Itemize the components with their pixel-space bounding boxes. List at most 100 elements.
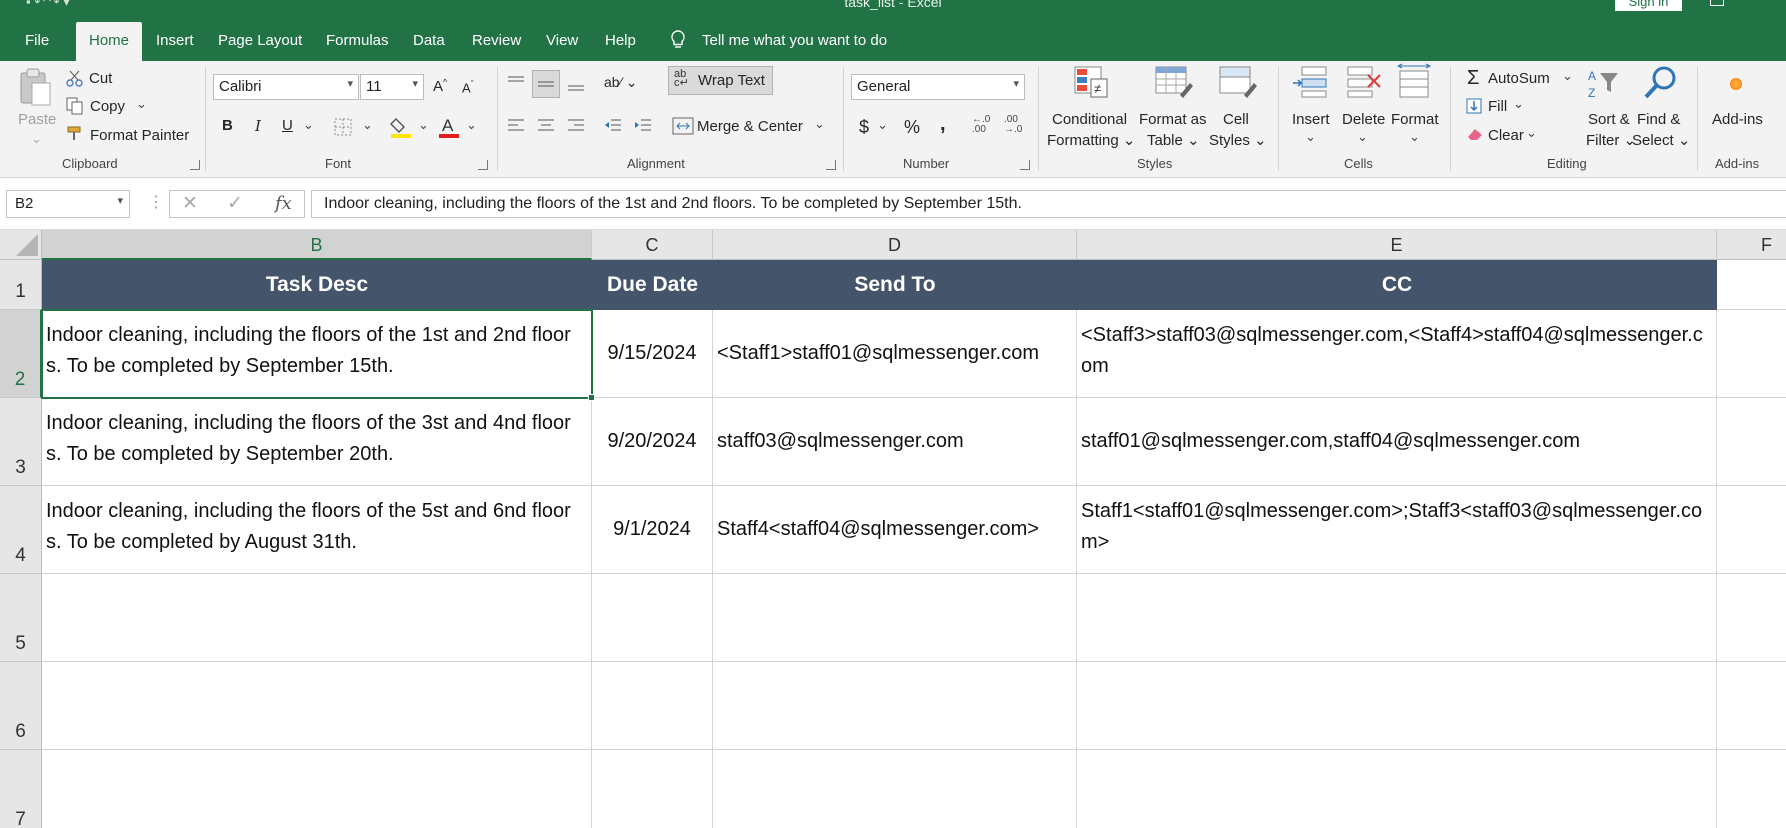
formula-bar-grip-icon[interactable]: ⋮ xyxy=(148,192,164,212)
cut-button[interactable]: Cut xyxy=(89,70,112,87)
row-header-6[interactable]: 6 xyxy=(0,662,42,750)
insert-function-icon[interactable]: fx xyxy=(275,193,292,214)
font-color-icon[interactable]: A xyxy=(438,115,460,139)
header-cell-cc[interactable]: CC xyxy=(1077,260,1717,310)
find-select-button[interactable]: Find & xyxy=(1637,111,1680,128)
cell-due-date[interactable]: 9/20/2024 xyxy=(592,398,713,486)
number-format-select[interactable]: General ▾ xyxy=(851,74,1025,100)
decrease-decimal-icon[interactable]: .00 →.0 xyxy=(1004,115,1022,135)
number-launcher-icon[interactable] xyxy=(1020,160,1030,170)
borders-icon[interactable] xyxy=(333,117,353,137)
empty-cell[interactable] xyxy=(592,662,713,750)
tab-review[interactable]: Review xyxy=(472,32,521,49)
add-ins-button[interactable]: Add-ins xyxy=(1712,111,1763,128)
empty-cell[interactable] xyxy=(713,662,1077,750)
column-header-c[interactable]: C xyxy=(592,230,713,260)
comma-button[interactable]: , xyxy=(940,113,946,136)
align-left-icon[interactable] xyxy=(506,117,526,135)
paste-icon[interactable] xyxy=(18,67,52,107)
currency-button[interactable]: $ xyxy=(859,117,869,138)
row-header-3[interactable]: 3 xyxy=(0,398,42,486)
formula-input[interactable]: Indoor cleaning, including the floors of… xyxy=(311,190,1786,218)
select-all-button[interactable] xyxy=(0,230,42,260)
cell-task-desc[interactable]: Indoor cleaning, including the floors of… xyxy=(42,310,592,398)
row-header-2[interactable]: 2 xyxy=(0,310,42,398)
empty-cell[interactable] xyxy=(42,662,592,750)
orientation-icon[interactable]: ab⁄ ⌄ xyxy=(604,74,638,91)
delete-dropdown-icon[interactable]: ⌄ xyxy=(1357,129,1368,145)
header-cell-task-desc[interactable]: Task Desc xyxy=(42,260,592,310)
fill-color-dropdown-icon[interactable]: ⌄ xyxy=(418,117,429,133)
empty-cell[interactable] xyxy=(1077,750,1717,828)
bold-button[interactable]: B xyxy=(222,117,233,134)
percent-button[interactable]: % xyxy=(904,117,920,138)
cell-f1[interactable] xyxy=(1717,260,1786,310)
borders-dropdown-icon[interactable]: ⌄ xyxy=(362,117,373,133)
empty-cell[interactable] xyxy=(1717,750,1786,828)
cell-send-to[interactable]: <Staff1>staff01@sqlmessenger.com xyxy=(713,310,1077,398)
fill-color-icon[interactable] xyxy=(390,115,412,139)
sort-filter-button[interactable]: Sort & xyxy=(1588,111,1630,128)
cell-task-desc[interactable]: Indoor cleaning, including the floors of… xyxy=(42,398,592,486)
cell-f4[interactable] xyxy=(1717,486,1786,574)
format-as-table-button[interactable]: Format as xyxy=(1139,111,1207,128)
autosum-dropdown-icon[interactable]: ⌄ xyxy=(1562,68,1573,84)
fill-handle[interactable] xyxy=(588,394,595,401)
increase-font-icon[interactable]: A^ xyxy=(433,77,447,95)
cell-send-to[interactable]: Staff4<staff04@sqlmessenger.com> xyxy=(713,486,1077,574)
empty-cell[interactable] xyxy=(592,574,713,662)
insert-dropdown-icon[interactable]: ⌄ xyxy=(1305,129,1316,145)
cancel-icon[interactable]: ✕ xyxy=(182,192,198,215)
align-top-icon[interactable] xyxy=(506,75,526,91)
clipboard-launcher-icon[interactable] xyxy=(190,160,200,170)
align-bottom-icon[interactable] xyxy=(566,77,586,93)
conditional-formatting-button[interactable]: Conditional xyxy=(1052,111,1127,128)
delete-cells-button[interactable]: Delete xyxy=(1342,111,1385,128)
insert-cells-button[interactable]: Insert xyxy=(1292,111,1330,128)
fill-dropdown-icon[interactable]: ⌄ xyxy=(1513,96,1524,112)
decrease-indent-icon[interactable] xyxy=(603,117,623,135)
font-size-select[interactable]: 11 ▾ xyxy=(360,74,424,100)
increase-decimal-icon[interactable]: ←.0.00 xyxy=(972,115,990,135)
enter-icon[interactable]: ✓ xyxy=(227,192,243,215)
decrease-font-icon[interactable]: Aˇ xyxy=(462,79,474,95)
currency-dropdown-icon[interactable]: ⌄ xyxy=(877,117,888,133)
merge-dropdown-icon[interactable]: ⌄ xyxy=(814,116,825,132)
format-cells-button[interactable]: Format xyxy=(1391,111,1439,128)
paste-button[interactable]: Paste xyxy=(18,111,56,128)
empty-cell[interactable] xyxy=(42,574,592,662)
empty-cell[interactable] xyxy=(42,750,592,828)
tab-file[interactable]: File xyxy=(25,32,49,49)
tab-formulas[interactable]: Formulas xyxy=(326,32,389,49)
sign-in-button[interactable]: Sign in xyxy=(1615,0,1682,11)
empty-cell[interactable] xyxy=(592,750,713,828)
underline-button[interactable]: U xyxy=(282,117,293,134)
tab-data[interactable]: Data xyxy=(413,32,445,49)
row-header-7[interactable]: 7 xyxy=(0,750,42,828)
row-header-4[interactable]: 4 xyxy=(0,486,42,574)
font-color-dropdown-icon[interactable]: ⌄ xyxy=(466,117,477,133)
row-header-1[interactable]: 1 xyxy=(0,260,42,310)
merge-center-button[interactable]: Merge & Center xyxy=(697,118,803,135)
column-header-f[interactable]: F xyxy=(1717,230,1786,260)
cell-due-date[interactable]: 9/1/2024 xyxy=(592,486,713,574)
cell-f2[interactable] xyxy=(1717,310,1786,398)
cell-send-to[interactable]: staff03@sqlmessenger.com xyxy=(713,398,1077,486)
cell-cc[interactable]: staff01@sqlmessenger.com,staff04@sqlmess… xyxy=(1077,398,1717,486)
empty-cell[interactable] xyxy=(1077,662,1717,750)
clear-dropdown-icon[interactable]: ⌄ xyxy=(1526,125,1537,141)
format-dropdown-icon[interactable]: ⌄ xyxy=(1409,129,1420,145)
alignment-launcher-icon[interactable] xyxy=(826,160,836,170)
tab-insert[interactable]: Insert xyxy=(156,32,194,49)
cell-cc[interactable]: Staff1<staff01@sqlmessenger.com>;Staff3<… xyxy=(1077,486,1717,574)
cell-f3[interactable] xyxy=(1717,398,1786,486)
tell-me-search[interactable]: Tell me what you want to do xyxy=(702,32,887,49)
empty-cell[interactable] xyxy=(1717,574,1786,662)
header-cell-send-to[interactable]: Send To xyxy=(713,260,1077,310)
cell-task-desc[interactable]: Indoor cleaning, including the floors of… xyxy=(42,486,592,574)
empty-cell[interactable] xyxy=(1077,574,1717,662)
empty-cell[interactable] xyxy=(713,574,1077,662)
cell-due-date[interactable]: 9/15/2024 xyxy=(592,310,713,398)
column-header-b[interactable]: B xyxy=(42,230,592,260)
font-launcher-icon[interactable] xyxy=(478,160,488,170)
